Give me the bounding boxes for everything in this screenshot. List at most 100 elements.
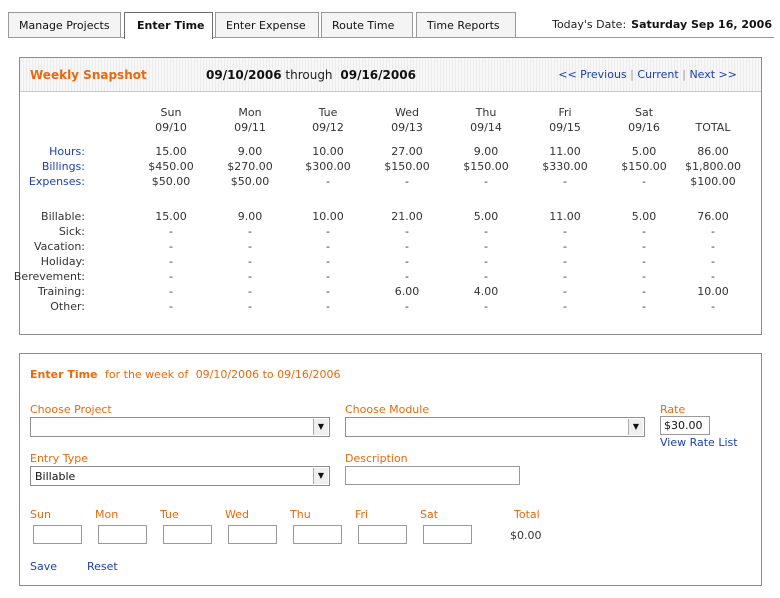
row-value: 76.00 [697, 210, 729, 223]
todays-date: Today's Date: Saturday Sep 16, 2006 [552, 18, 772, 31]
project-label: Choose Project [30, 403, 112, 416]
row-value: - [326, 175, 330, 188]
save-link[interactable]: Save [30, 560, 57, 573]
row-value: - [484, 175, 488, 188]
row-value: - [642, 240, 646, 253]
row-label[interactable]: Billings: [42, 160, 85, 173]
day-header-name: Wed [395, 106, 419, 119]
tab-manage-projects[interactable]: Manage Projects [8, 12, 121, 37]
day-field-label: Thu [290, 508, 311, 521]
reset-link[interactable]: Reset [87, 560, 118, 573]
day-hours-input[interactable] [423, 525, 472, 544]
day-header-name: Tue [318, 106, 338, 119]
rate-input[interactable]: $30.00 [660, 416, 710, 435]
total-column-header: TOTAL [695, 121, 731, 134]
row-label: Billable: [41, 210, 85, 223]
day-header-date: 09/13 [391, 121, 423, 134]
row-value: - [484, 240, 488, 253]
current-week-link[interactable]: Current [637, 68, 678, 81]
snapshot-title: Weekly Snapshot [30, 68, 147, 82]
day-header-name: Thu [475, 106, 497, 119]
tab-enter-time[interactable]: Enter Time [124, 12, 213, 39]
day-hours-input[interactable] [163, 525, 212, 544]
row-value: - [326, 225, 330, 238]
day-field-label: Sun [30, 508, 51, 521]
row-value: - [484, 270, 488, 283]
row-value: $100.00 [690, 175, 736, 188]
row-label: Training: [37, 285, 85, 298]
row-value: - [711, 255, 715, 268]
tab-route-time[interactable]: Route Time [321, 12, 413, 37]
row-value: 5.00 [631, 210, 657, 223]
tab-bar: Manage Projects Enter Time Enter Expense… [0, 0, 780, 40]
snapshot-header: Weekly Snapshot 09/10/2006 through 09/16… [20, 58, 761, 92]
entry-title: Enter Time [30, 368, 98, 381]
day-hours-input[interactable] [98, 525, 147, 544]
enter-time-panel: Enter Time for the week of 09/10/2006 to… [19, 353, 762, 586]
row-value: - [169, 225, 173, 238]
row-value: - [711, 300, 715, 313]
row-value: - [326, 240, 330, 253]
day-field-label: Sat [420, 508, 439, 521]
tab-enter-expense[interactable]: Enter Expense [215, 12, 319, 37]
day-field-label: Mon [95, 508, 119, 521]
chevron-down-icon: ▼ [628, 419, 643, 435]
day-header-date: 09/10 [155, 121, 187, 134]
row-value: $330.00 [542, 160, 588, 173]
module-select[interactable]: ▼ [345, 417, 645, 437]
row-value: - [642, 300, 646, 313]
snapshot-end-date: 09/16/2006 [340, 68, 416, 82]
day-hours-input[interactable] [358, 525, 407, 544]
row-value: $300.00 [305, 160, 351, 173]
next-week-link[interactable]: Next >> [689, 68, 737, 81]
row-value: - [563, 225, 567, 238]
snapshot-start-date: 09/10/2006 [206, 68, 282, 82]
entry-type-label: Entry Type [30, 452, 89, 465]
row-value: $150.00 [384, 160, 430, 173]
row-value: 6.00 [394, 285, 420, 298]
row-value: 10.00 [697, 285, 729, 298]
row-value: $1,800.00 [685, 160, 741, 173]
project-select[interactable]: ▼ [30, 417, 330, 437]
row-value: - [248, 270, 252, 283]
row-value: - [248, 285, 252, 298]
row-value: 27.00 [391, 145, 423, 158]
entry-week-text: for the week of [105, 368, 189, 381]
row-value: - [642, 285, 646, 298]
row-label[interactable]: Expenses: [29, 175, 85, 188]
row-value: - [563, 240, 567, 253]
row-value: - [563, 300, 567, 313]
row-value: - [169, 240, 173, 253]
day-hours-input[interactable] [228, 525, 277, 544]
row-value: - [326, 255, 330, 268]
nav-separator: | [682, 68, 686, 81]
day-field-label: Tue [160, 508, 179, 521]
row-value: 15.00 [155, 145, 187, 158]
row-value: $450.00 [148, 160, 194, 173]
day-header-date: 09/11 [234, 121, 266, 134]
row-value: - [169, 300, 173, 313]
rate-label: Rate [660, 403, 686, 416]
row-value: - [169, 285, 173, 298]
entry-type-select[interactable]: Billable ▼ [30, 466, 330, 486]
row-label: Holiday: [40, 255, 85, 268]
row-value: - [711, 270, 715, 283]
row-label[interactable]: Hours: [49, 145, 85, 158]
row-value: - [642, 175, 646, 188]
row-value: - [563, 270, 567, 283]
snapshot-date-range: 09/10/2006 through 09/16/2006 [206, 68, 416, 82]
row-value: $50.00 [230, 175, 270, 188]
row-label: Berevement: [13, 270, 85, 283]
day-header-name: Fri [558, 106, 572, 119]
day-header-name: Sat [634, 106, 654, 119]
nav-separator: | [630, 68, 634, 81]
day-hours-input[interactable] [33, 525, 82, 544]
previous-week-link[interactable]: << Previous [558, 68, 626, 81]
row-value: 10.00 [312, 210, 344, 223]
view-rate-list-link[interactable]: View Rate List [660, 436, 738, 449]
entry-heading: Enter Time for the week of 09/10/2006 to… [30, 368, 341, 381]
row-value: - [169, 255, 173, 268]
description-input[interactable] [345, 466, 520, 485]
day-hours-input[interactable] [293, 525, 342, 544]
tab-time-reports[interactable]: Time Reports [416, 12, 516, 37]
